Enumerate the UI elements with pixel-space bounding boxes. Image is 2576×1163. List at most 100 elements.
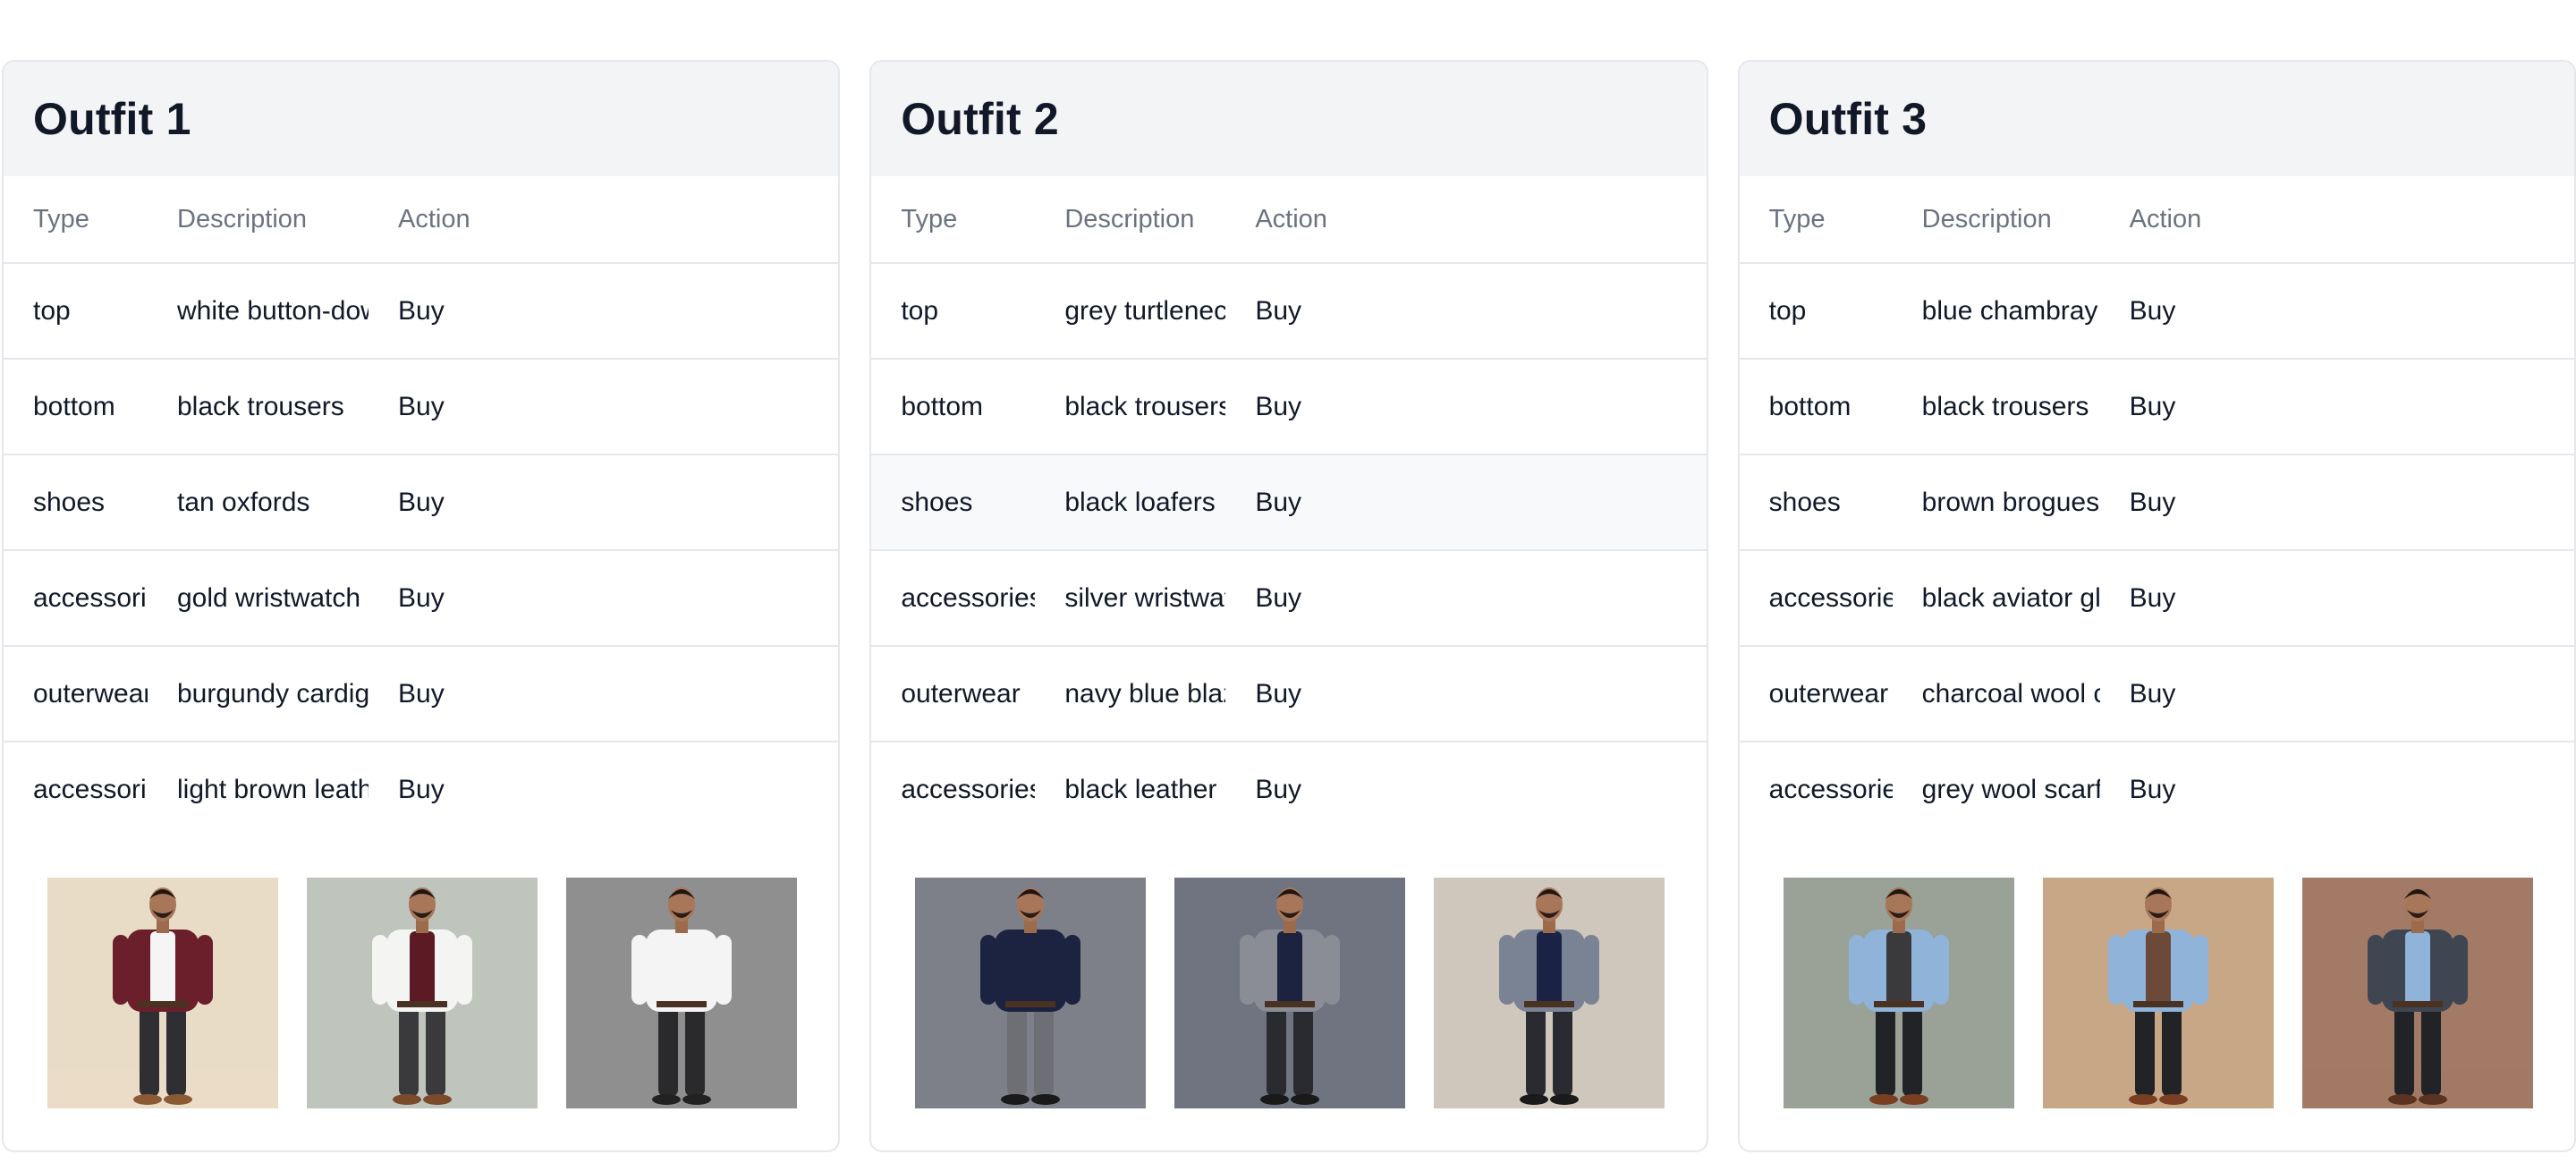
buy-button[interactable]: Buy [2099,359,2574,455]
outfit-title: Outfit 2 [901,94,1059,144]
item-type-cell: accessories_1 [871,550,1036,647]
buy-button[interactable]: Buy [369,359,839,455]
item-description-cell: black trousers [148,359,369,455]
outfit-items-table: Type Description Action top blue chambray… [1739,176,2574,836]
table-row: accessories_1silver wristwatchBuy [871,550,1707,647]
buy-button[interactable]: Buy [2099,550,2574,647]
table-header-row: Type Description Action [4,176,839,264]
item-type-cell: outerwear [1739,646,1893,743]
outfit-photo-gallery [1740,836,2574,1108]
outfit-title: Outfit 1 [33,94,191,144]
item-description-cell: navy blue blazer [1035,646,1226,743]
column-header-type: Type [871,176,1036,264]
item-type-cell: accessories [1739,550,1893,647]
buy-button[interactable]: Buy [1225,359,1707,455]
item-type-cell: top [1739,263,1893,360]
buy-button[interactable]: Buy [369,646,839,743]
item-description-cell: black trousers [1035,359,1226,455]
outfit-model-photo [2042,878,2274,1108]
item-type-cell: accessories_2 [33,774,148,804]
item-type-cell: top [4,263,148,360]
buy-button[interactable]: Buy [2099,454,2574,551]
buy-button[interactable]: Buy [2099,263,2574,360]
table-row: outerwearcharcoal wool coatBuy [1739,646,2574,743]
model-figure-image [566,878,797,1108]
outfits-page: Outfit 1 Type Description Action top whit… [0,0,2576,1163]
column-header-description: Description [148,176,369,264]
outfit-model-photo [2301,878,2533,1108]
buy-button[interactable]: Buy [1225,454,1707,551]
item-description-cell: tan oxfords [148,454,369,551]
table-row: outerwearnavy blue blazerBuy [871,646,1707,743]
buy-button[interactable]: Buy [1225,742,1706,836]
table-row: shoes brown brogues Buy [1739,454,2574,551]
item-type-cell: top [871,263,1036,360]
outfit-photo-gallery [4,836,838,1108]
buy-button[interactable]: Buy [369,550,839,647]
buy-button[interactable]: Buy [369,454,839,551]
buy-button[interactable]: Buy [369,742,838,836]
item-description-cell: silver wristwatch [1035,550,1226,647]
column-header-description: Description [1035,176,1226,264]
item-type-cell: accessories_2 [901,774,1035,804]
outfit-card-header: Outfit 3 [1739,62,2574,176]
column-header-action: Action [2099,176,2574,264]
outfit-model-photo [566,878,797,1108]
table-row: bottom black trousers Buy [871,359,1707,455]
table-row: accessories_2 black leather beltBuy [871,742,1706,836]
item-description-cell: charcoal wool coat [1892,646,2100,743]
outfit-model-photo [1783,878,2014,1108]
buy-button[interactable]: Buy [369,263,839,360]
item-description-cell: black leather belt [1064,774,1225,804]
model-figure-image [47,878,278,1108]
table-row: bottom black trousers Buy [4,359,839,455]
item-type-cell: outerwear [871,646,1036,743]
table-header-row: Type Description Action [1739,176,2574,264]
table-row: accessories_2 grey wool scarfBuy [1740,742,2574,836]
outfit-model-photo [915,878,1147,1108]
column-header-type: Type [1739,176,1893,264]
table-row: accessories_1gold wristwatchBuy [4,550,839,647]
table-row: topblue chambray shirtBuy [1739,263,2574,360]
outfit-card-header: Outfit 1 [4,62,839,176]
item-type-cell: outerwear [4,646,148,743]
buy-button[interactable]: Buy [2100,742,2574,836]
item-description-cell: black trousers [1892,359,2100,455]
outfit-title: Outfit 3 [1768,94,1928,144]
table-row: accessoriesblack aviator glassesBuy [1739,550,2574,647]
outfit-model-photo [1174,878,1406,1108]
outfit-card: Outfit 1 Type Description Action top whit… [2,60,841,1152]
model-figure-image [1174,878,1406,1108]
item-description-cell: grey wool scarf [1921,774,2100,804]
outfit-photo-gallery [871,836,1706,1108]
outfit-model-photo [47,878,278,1108]
item-type-cell: shoes [871,454,1036,551]
item-type-cell: bottom [1739,359,1893,455]
column-header-action: Action [1225,176,1707,264]
outfit-items-table: Type Description Action top grey turtlene… [871,176,1707,836]
item-description-cell: black aviator glasses [1892,550,2100,647]
item-description-cell: light brown leather belt [177,774,369,804]
item-description-cell: black loafers [1035,454,1226,551]
item-type-cell: accessories_1 [4,550,148,647]
column-header-type: Type [4,176,148,264]
column-header-action: Action [369,176,839,264]
buy-button[interactable]: Buy [1225,263,1707,360]
buy-button[interactable]: Buy [1225,550,1707,647]
model-figure-image [2301,878,2533,1108]
column-header-description: Description [1892,176,2100,264]
outfit-model-photo [307,878,538,1108]
buy-button[interactable]: Buy [2099,646,2574,743]
model-figure-image [915,878,1147,1108]
buy-button[interactable]: Buy [1225,646,1707,743]
item-type-cell: accessories_2 [1768,774,1893,804]
table-row: topwhite button-down shirtBuy [4,263,839,360]
item-description-cell: grey turtleneck [1035,263,1226,360]
model-figure-image [1434,878,1665,1108]
table-row: top grey turtleneck Buy [871,263,1707,360]
item-type-cell: shoes [1739,454,1893,551]
table-row: shoes black loafers Buy [871,454,1707,551]
table-row: outerwearburgundy cardiganBuy [4,646,839,743]
outfit-card: Outfit 3 Type Description Action top blue… [1737,60,2576,1152]
outfit-items-table: Type Description Action top white button-… [4,176,839,836]
